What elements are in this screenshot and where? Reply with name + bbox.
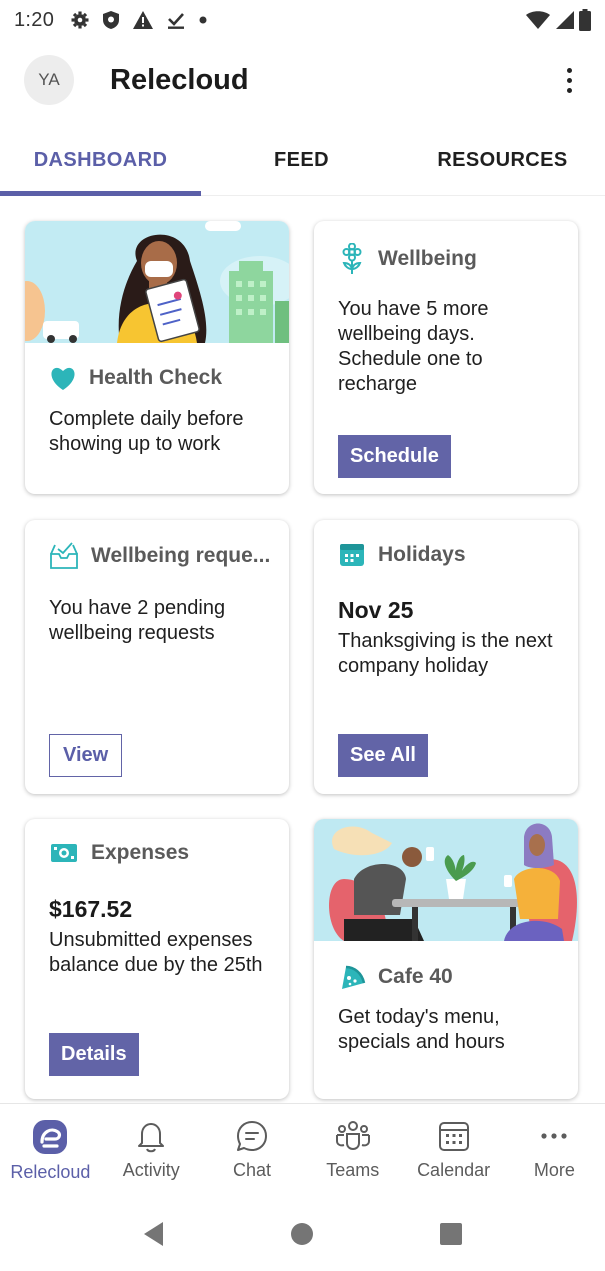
avatar-initials: YA [38,70,60,89]
tab-resources[interactable]: RESOURCES [402,130,603,195]
download-done-icon [168,13,185,29]
battery-icon [579,9,591,31]
card-body: Get today's menu, specials and hours [338,1006,505,1053]
details-button[interactable]: Details [49,1033,139,1076]
avatar[interactable]: YA [24,55,74,105]
wellbeing-header: Wellbeing [338,243,477,275]
status-time: 1:20 [14,8,55,31]
health-check-card[interactable]: Health Check Complete daily before showi… [25,221,289,494]
cafe-card[interactable]: Cafe 40 Get today's menu, specials and h… [314,819,578,1099]
card-body: Complete daily before showing up to work [49,408,244,455]
inbox-check-icon [50,542,78,569]
status-bar: 1:20 [0,0,605,40]
cellular-signal-icon [556,11,574,29]
calendar-icon [340,544,364,566]
nav-label: Chat [232,1160,271,1180]
bottom-nav: Relecloud Activity Chat Teams Calendar M… [0,1103,605,1195]
card-body: You have 5 more wellbeing days. Schedule… [338,298,489,395]
bell-icon [138,1123,165,1153]
home-icon[interactable] [289,1221,315,1247]
relecloud-logo-icon [33,1120,68,1154]
card-title: Health Check [89,366,223,389]
holidays-card[interactable]: Holidays Nov 25 Thanksgiving is the next… [314,520,578,794]
teams-icon [335,1121,370,1151]
nav-teams[interactable]: Teams [302,1104,403,1195]
notification-dot-icon [199,16,207,24]
recents-icon[interactable] [438,1221,464,1247]
nav-more[interactable]: More [504,1104,605,1195]
card-title: Wellbeing [378,247,477,270]
status-icons [70,10,208,30]
holidays-header: Holidays [338,542,466,568]
card-title: Wellbeing reque... [91,544,271,567]
page-title: Relecloud [110,63,249,96]
health-check-illustration [25,221,289,343]
holiday-date: Nov 25 [338,597,414,623]
card-title: Expenses [91,841,190,864]
card-body: You have 2 pending wellbeing requests [49,597,226,644]
chat-icon [236,1121,267,1151]
wellbeing-requests-header: Wellbeing reque... [49,542,270,570]
expenses-header: Expenses [49,841,189,865]
nav-calendar[interactable]: Calendar [403,1104,504,1195]
nav-label: Relecloud [10,1162,91,1182]
expense-amount: $167.52 [49,896,133,922]
wellbeing-card[interactable]: Wellbeing You have 5 more wellbeing days… [314,221,578,494]
wellbeing-requests-card[interactable]: Wellbeing reque... You have 2 pending we… [25,520,289,794]
schedule-button[interactable]: Schedule [338,435,451,478]
card-body: Thanksgiving is the next company holiday [338,630,553,677]
nav-label: Calendar [417,1160,491,1180]
expenses-card[interactable]: Expenses $167.52 Unsubmitted expenses ba… [25,819,289,1099]
heart-icon [51,367,75,390]
warning-icon [133,11,154,29]
nav-activity[interactable]: Activity [101,1104,202,1195]
tab-feed[interactable]: FEED [201,130,402,195]
cafe-header: Cafe 40 [338,963,453,991]
health-check-header: Health Check [49,365,222,391]
tab-dashboard[interactable]: DASHBOARD [0,130,201,196]
status-right-icons [525,9,591,31]
more-options-icon[interactable] [557,60,581,100]
card-title: Holidays [378,543,466,566]
system-nav-bar [0,1196,605,1271]
flower-icon [342,243,362,274]
nav-label: Teams [326,1160,380,1180]
nav-label: More [533,1160,575,1180]
nav-relecloud[interactable]: Relecloud [0,1104,101,1195]
settings-gear-icon [71,11,89,29]
pizza-icon [342,965,366,989]
shield-icon [103,11,120,29]
see-all-button[interactable]: See All [338,734,428,777]
cafe-illustration [314,819,578,941]
app-header: YA Relecloud [0,48,605,112]
card-body: Unsubmitted expenses balance due by the … [49,929,263,976]
card-title: Cafe 40 [378,965,453,988]
tab-bar: DASHBOARD FEED RESOURCES [0,130,605,196]
back-icon[interactable] [141,1220,167,1248]
view-button[interactable]: View [49,734,123,777]
calendar-icon [438,1122,469,1151]
wifi-icon [526,11,550,29]
money-icon [51,844,77,862]
nav-label: Activity [122,1160,180,1180]
nav-chat[interactable]: Chat [202,1104,303,1195]
more-icon [541,1133,567,1139]
